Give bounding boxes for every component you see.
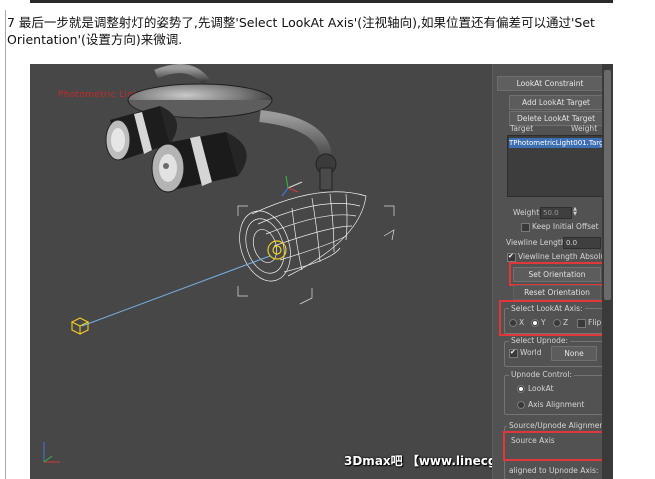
- reset-orientation-button[interactable]: Reset Orientation: [513, 285, 601, 300]
- world-label: World: [520, 348, 542, 357]
- command-panel-scrollbar[interactable]: [602, 64, 613, 479]
- add-lookat-target-button[interactable]: Add LookAt Target: [509, 95, 603, 110]
- viewline-length-label: Viewline Length: [506, 238, 566, 247]
- highlight-source-axis: [503, 431, 607, 461]
- keep-initial-offset-checkbox[interactable]: [521, 223, 530, 232]
- lookat-radio[interactable]: [517, 385, 525, 393]
- max-screenshot: Photometric Light 3Dmax吧 【www.linecg.com…: [30, 64, 613, 479]
- transform-gizmo: [281, 175, 303, 197]
- weight-spinner-arrows[interactable]: ▲ ▼: [572, 207, 578, 217]
- upnode-control-title: Upnode Control:: [509, 370, 574, 379]
- aligned-upnode-axis-label: aligned to Upnode Axis:: [509, 466, 599, 475]
- target-line: [81, 255, 271, 327]
- select-upnode-title: Select Upnode:: [509, 336, 571, 345]
- source-upnode-alignment-title: Source/Upnode Alignment: [507, 421, 610, 430]
- ceiling-fixture: [105, 64, 337, 193]
- highlight-set-orientation: [509, 262, 609, 286]
- perspective-viewport[interactable]: Photometric Light 3Dmax吧 【www.linecg.com…: [30, 64, 613, 479]
- viewline-absolute-label: Viewline Length Absolute: [518, 252, 613, 261]
- scrollbar-thumb[interactable]: [604, 70, 611, 300]
- target-column-header: Target: [510, 124, 534, 133]
- weight-label: Weight: [513, 208, 540, 217]
- lookat-radio-label: LookAt: [528, 384, 554, 393]
- command-panel: LookAt Constraint Add LookAt Target Dele…: [492, 64, 613, 479]
- viewline-length-spinner[interactable]: 0.0: [563, 237, 601, 249]
- upnode-control-group: [504, 375, 608, 415]
- viewline-absolute-checkbox[interactable]: [507, 252, 516, 262]
- axis-alignment-radio[interactable]: [517, 401, 525, 409]
- caption-line-1: 7 最后一步就是调整射灯的姿势了,先调整'Select LookAt Axis'…: [7, 15, 595, 30]
- axis-alignment-label: Axis Alignment: [528, 400, 585, 409]
- target-list-item[interactable]: TPhotometricLight001.Target: [509, 138, 603, 148]
- upnode-none-button[interactable]: None: [551, 346, 597, 361]
- scene-render: [43, 64, 395, 463]
- selected-spotlight-wireframe: [237, 191, 395, 305]
- caption-line-2: Orientation'(设置方向)来微调.: [7, 32, 183, 47]
- weight-spinner[interactable]: 50.0: [540, 207, 572, 219]
- axis-tripod: [43, 442, 60, 463]
- keep-initial-offset-label: Keep Initial Offset: [532, 222, 599, 231]
- previous-image-edge: [30, 0, 613, 3]
- tutorial-caption: 7 最后一步就是调整射灯的姿势了,先调整'Select LookAt Axis'…: [7, 14, 647, 48]
- rollout-lookat-constraint[interactable]: LookAt Constraint: [497, 76, 603, 91]
- target-list[interactable]: TPhotometricLight001.Target: [507, 135, 605, 197]
- top-strip: [0, 0, 655, 4]
- highlight-select-lookat-axis: [499, 300, 613, 336]
- page-left-rule: [5, 10, 6, 479]
- weight-column-header: Weight: [571, 124, 598, 133]
- target-box: [70, 317, 90, 335]
- world-checkbox[interactable]: [509, 348, 518, 358]
